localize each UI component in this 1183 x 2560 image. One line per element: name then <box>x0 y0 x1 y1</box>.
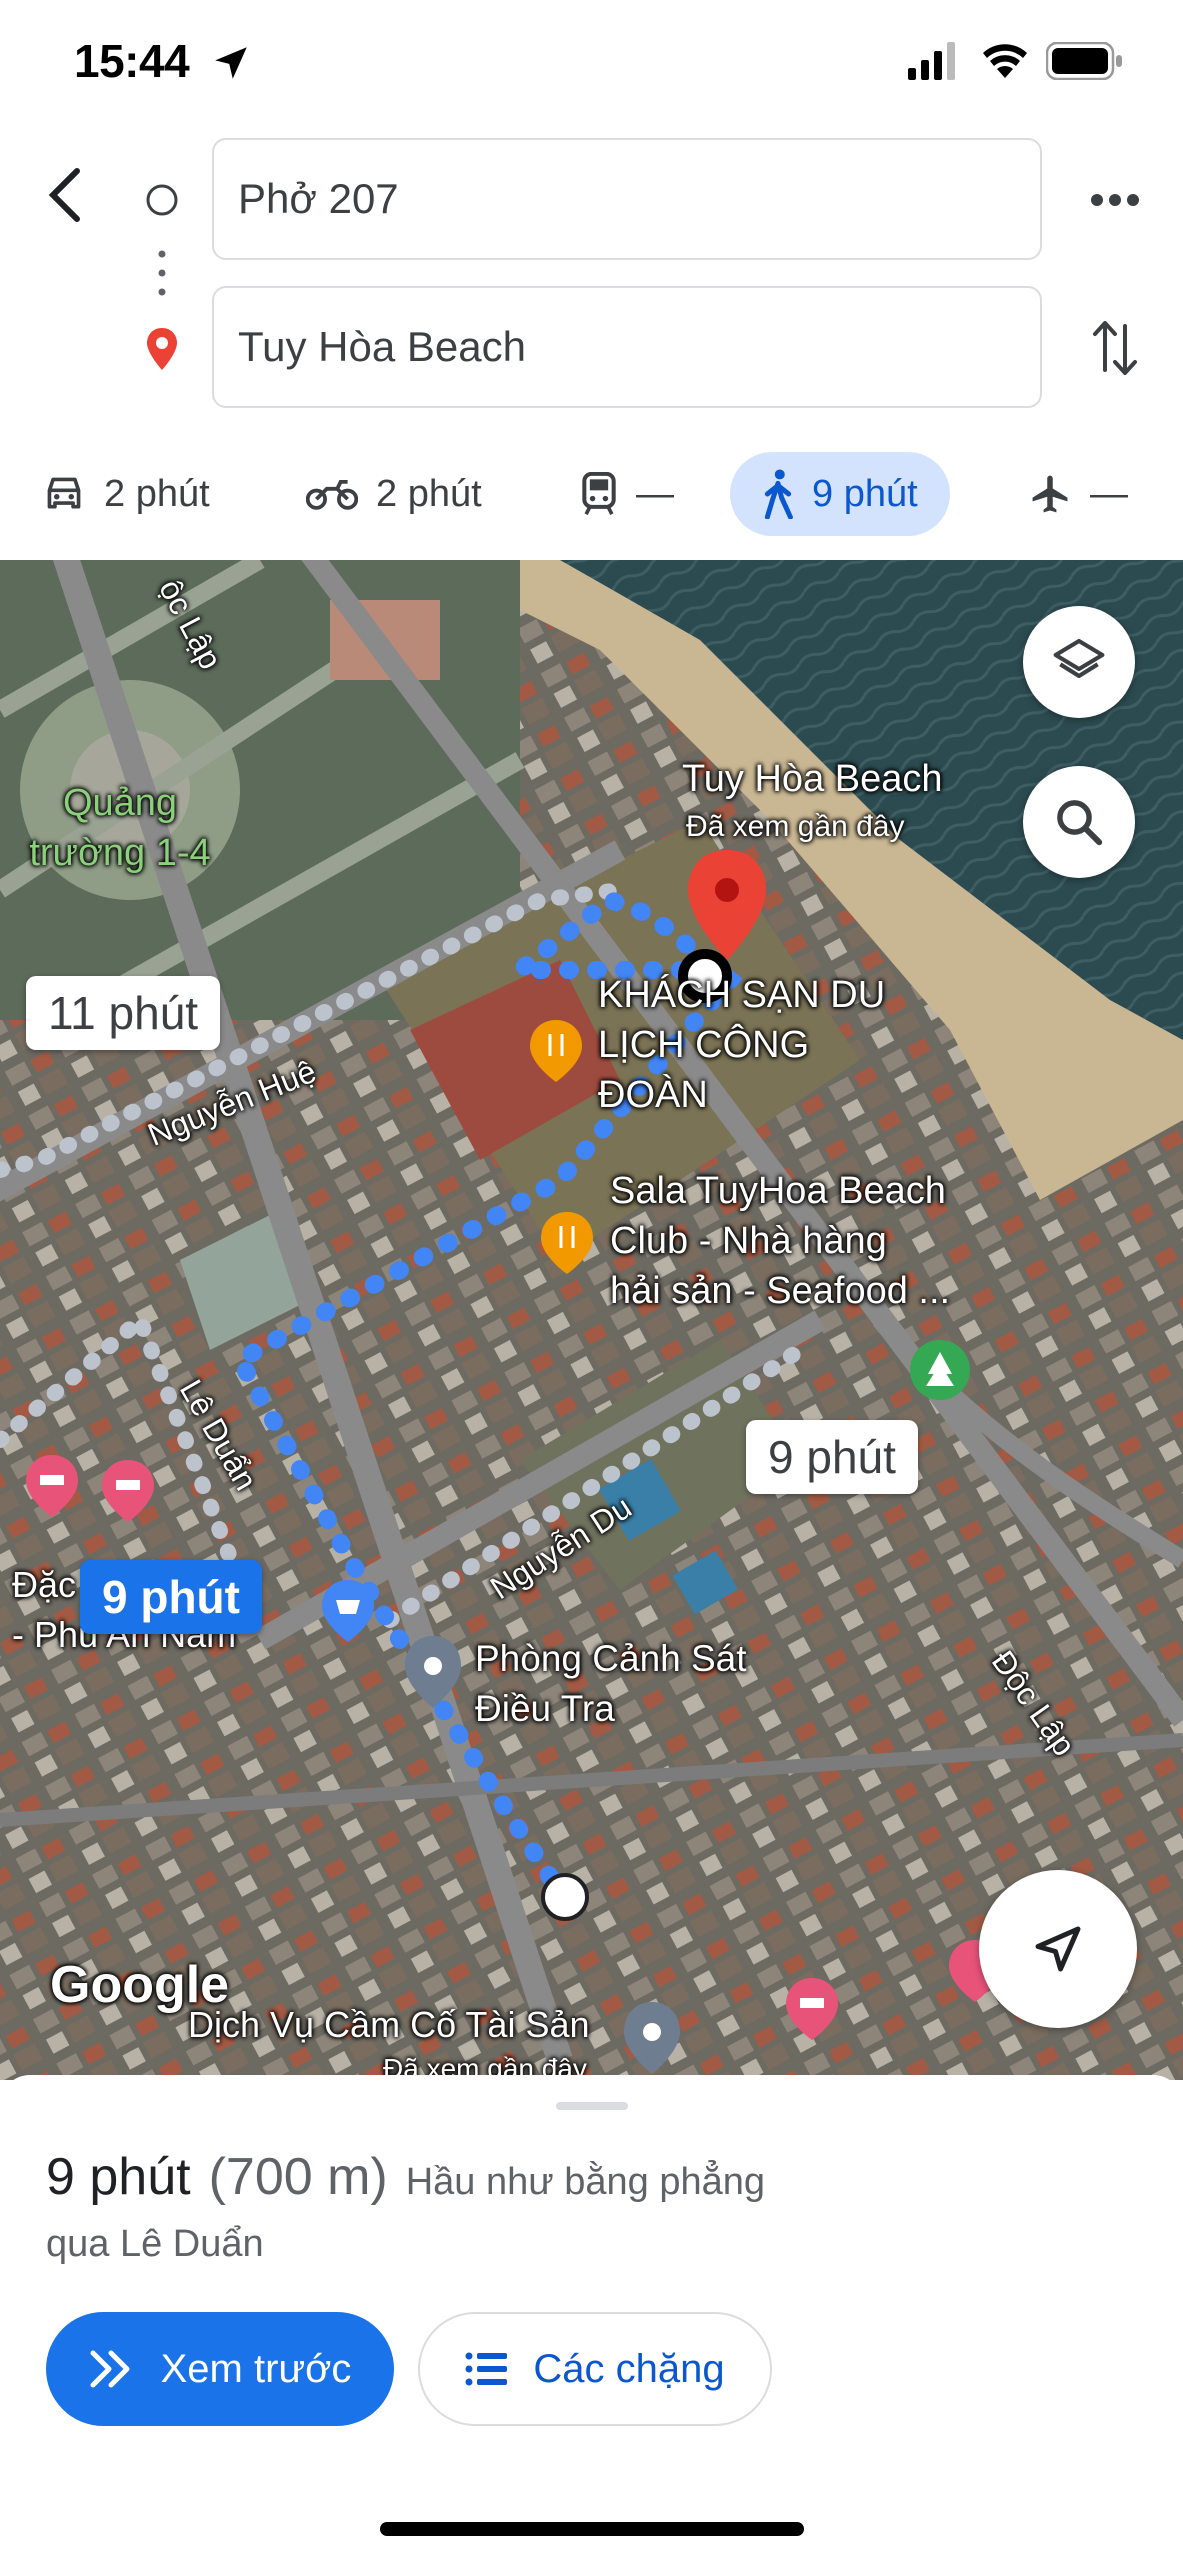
mode-motorbike[interactable]: 2 phút <box>306 452 482 536</box>
walk-icon <box>764 469 793 519</box>
mode-walking[interactable]: 9 phút <box>730 452 950 536</box>
double-chevron-right-icon <box>90 2350 130 2388</box>
alt-route-time-2: 9 phút <box>768 1431 896 1483</box>
origin-circle-icon <box>146 184 178 216</box>
destination-sublabel: Đã xem gần đây <box>686 810 905 843</box>
alt-route-bubble-2[interactable]: 9 phút <box>746 1420 918 1494</box>
destination-text: Tuy Hòa Beach <box>238 323 526 370</box>
map-view[interactable]: ộc Lập Quảng trường 1-4 Tuy Hòa Beach Đã… <box>0 560 1183 2080</box>
cellular-signal-icon <box>908 42 955 80</box>
battery-icon <box>1046 42 1122 80</box>
swap-button[interactable] <box>1080 312 1150 384</box>
car-icon <box>47 477 81 509</box>
swap-vertical-icon <box>1093 321 1137 375</box>
transit-icon <box>582 472 616 515</box>
steps-button-label: Các chặng <box>533 2346 725 2391</box>
layers-icon <box>1053 638 1105 679</box>
place-label-hotel: KHÁCH SẠN DU LỊCH CÔNG ĐOÀN <box>598 974 886 1116</box>
status-bar: 15:44 <box>0 0 1183 130</box>
route-dots-icon <box>158 250 166 296</box>
destination-label: Tuy Hòa Beach <box>682 758 943 800</box>
mode-flight[interactable]: — <box>1028 452 1128 536</box>
mode-transit-time: — <box>636 472 674 515</box>
motorbike-icon <box>306 479 358 510</box>
back-arrow-icon <box>48 168 80 222</box>
main-route-time: 9 phút <box>102 1571 240 1623</box>
main-route-bubble[interactable]: 9 phút <box>80 1560 262 1634</box>
mode-motorbike-time: 2 phút <box>376 472 482 515</box>
google-logo: Google <box>50 1956 230 2014</box>
list-icon <box>465 2352 508 2386</box>
steps-button[interactable]: Các chặng <box>418 2312 772 2426</box>
route-duration: 9 phút <box>46 2148 191 2206</box>
mode-flight-time: — <box>1090 472 1128 515</box>
more-options-button[interactable] <box>1080 172 1150 228</box>
place-label-phong-canh-sat: Phòng Cảnh Sát Điều Tra <box>475 1638 747 1729</box>
more-horiz-icon <box>1091 194 1139 206</box>
destination-input[interactable]: Tuy Hòa Beach <box>212 286 1042 408</box>
mode-driving-time: 2 phút <box>104 472 210 515</box>
route-distance: (700 m) <box>208 2148 388 2206</box>
place-label-dich-vu: Dịch Vụ Cầm Cố Tài Sản <box>188 2004 590 2045</box>
back-button[interactable] <box>30 160 100 230</box>
location-arrow-icon <box>215 47 247 79</box>
preview-button[interactable]: Xem trước <box>46 2312 394 2426</box>
wifi-icon <box>983 44 1027 78</box>
my-location-button[interactable] <box>979 1870 1137 2028</box>
destination-pin-icon <box>147 328 177 370</box>
mode-driving[interactable]: 2 phút <box>42 452 210 536</box>
mode-walking-time: 9 phút <box>812 472 918 515</box>
alt-route-time-1: 11 phút <box>48 987 199 1039</box>
status-time: 15:44 <box>74 35 190 87</box>
layers-button[interactable] <box>1023 606 1135 718</box>
alt-route-bubble-1[interactable]: 11 phút <box>26 976 221 1050</box>
route-via: qua Lê Duẩn <box>46 2223 264 2265</box>
origin-input[interactable]: Phở 207 <box>212 138 1042 260</box>
home-indicator <box>380 2522 804 2536</box>
place-label-sala: Sala TuyHoa Beach Club - Nhà hàng hải sả… <box>610 1170 951 1312</box>
place-label-quang-truong: Quảng trường 1-4 <box>29 782 211 874</box>
search-along-route-button[interactable] <box>1023 766 1135 878</box>
mode-transit[interactable]: — <box>580 452 674 536</box>
search-icon <box>1057 800 1103 846</box>
sheet-drag-handle[interactable] <box>556 2102 628 2110</box>
preview-button-label: Xem trước <box>160 2346 352 2391</box>
navigation-arrow-icon <box>1035 1926 1081 1972</box>
flight-icon <box>1032 475 1068 513</box>
origin-text: Phở 207 <box>238 175 399 222</box>
route-terrain: Hầu như bằng phẳng <box>405 2161 766 2203</box>
route-summary: 9 phút (700 m) Hầu như bằng phẳng <box>46 2147 765 2207</box>
